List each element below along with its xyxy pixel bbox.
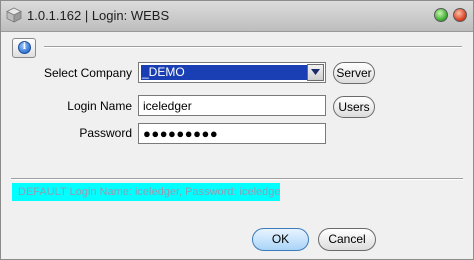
company-select[interactable]: _DEMO (138, 62, 326, 83)
ok-button[interactable]: OK (252, 228, 309, 251)
top-divider (44, 46, 462, 48)
bottom-divider (11, 178, 463, 180)
window-title: 1.0.1.162 | Login: WEBS (27, 8, 170, 23)
app-icon (6, 7, 22, 23)
cancel-button[interactable]: Cancel (318, 228, 376, 251)
close-button[interactable] (453, 8, 467, 22)
password-input[interactable]: ●●●●●●●●● (138, 123, 326, 144)
info-button[interactable]: i (12, 38, 36, 58)
server-button[interactable]: Server (333, 62, 375, 84)
info-icon: i (18, 41, 31, 54)
login-dialog: 1.0.1.162 | Login: WEBS i Select Company… (0, 0, 474, 260)
company-label: Select Company (43, 66, 132, 80)
default-credentials-hint: DEFAULT Login Name: iceledger, Password:… (12, 183, 280, 201)
login-name-label: Login Name (67, 99, 132, 113)
password-label: Password (79, 126, 132, 140)
title-bar[interactable]: 1.0.1.162 | Login: WEBS (1, 1, 473, 32)
login-name-input[interactable]: iceledger (138, 95, 326, 116)
company-selected-value: _DEMO (141, 65, 307, 80)
dropdown-arrow-icon[interactable] (307, 64, 324, 81)
users-button[interactable]: Users (333, 96, 375, 118)
maximize-button[interactable] (434, 8, 448, 22)
